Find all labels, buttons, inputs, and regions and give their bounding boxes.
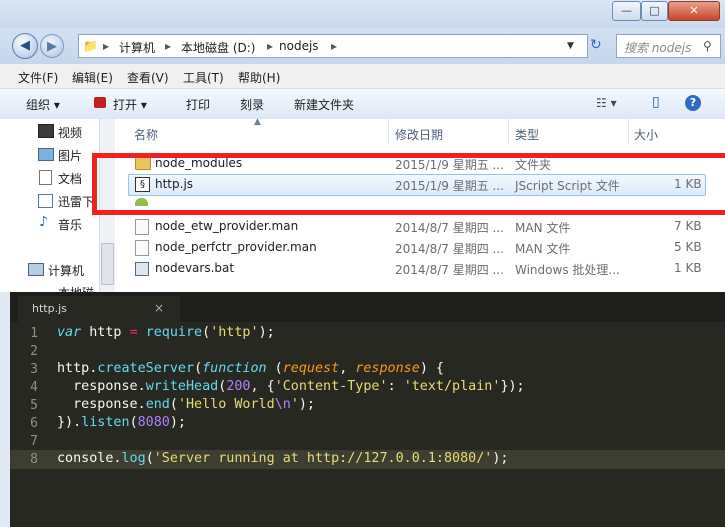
line-number: 2: [30, 344, 38, 359]
file-name[interactable]: node_etw_provider.man: [155, 219, 298, 233]
column-modified[interactable]: 修改日期: [395, 126, 443, 143]
computer-icon: [28, 263, 44, 276]
burn-button[interactable]: 刻录: [240, 96, 264, 113]
maximize-button[interactable]: □: [641, 1, 668, 21]
batch-file-icon: [135, 262, 149, 276]
search-input[interactable]: 搜索 nodejs ⚲: [616, 34, 721, 58]
pictures-icon: [38, 148, 54, 161]
breadcrumb-sep: ▸: [165, 39, 172, 53]
menu-help[interactable]: 帮助(H): [238, 69, 280, 86]
videos-icon: [38, 124, 54, 138]
file-name[interactable]: node_perfctr_provider.man: [155, 240, 317, 254]
thunder-folder-icon: [38, 194, 53, 208]
nav-item-thunder[interactable]: 迅雷下: [58, 193, 94, 210]
nav-item-music[interactable]: 音乐: [58, 216, 82, 233]
column-type[interactable]: 类型: [515, 126, 539, 143]
new-folder-button[interactable]: 新建文件夹: [294, 96, 354, 113]
line-number: 7: [30, 434, 38, 449]
folder-icon: 📁: [83, 39, 98, 53]
minimize-button[interactable]: —: [612, 1, 641, 21]
nav-item-documents[interactable]: 文档: [58, 170, 82, 187]
line-number: 5: [30, 398, 38, 413]
open-app-icon: [94, 97, 106, 108]
file-icon: [135, 240, 149, 256]
address-dropdown-icon[interactable]: ▼: [567, 41, 574, 51]
file-date: 2014/8/7 星期四 ...: [395, 221, 504, 235]
file-date: 2014/8/7 星期四 ...: [395, 263, 504, 277]
forward-button[interactable]: ▶: [40, 34, 64, 58]
search-icon: ⚲: [703, 39, 712, 53]
line-number: 8: [30, 452, 38, 467]
file-name[interactable]: nodevars.bat: [155, 261, 234, 275]
refresh-icon[interactable]: ↻: [590, 37, 602, 53]
view-options-button[interactable]: ☷ ▾: [596, 96, 617, 110]
file-size: 1 KB: [674, 261, 702, 275]
column-divider[interactable]: [388, 119, 389, 143]
file-size: 5 KB: [674, 240, 702, 254]
menu-tools[interactable]: 工具(T): [183, 69, 224, 86]
line-number: 1: [30, 326, 38, 341]
documents-icon: [39, 170, 52, 185]
sort-indicator-icon: ▲: [254, 117, 261, 127]
close-button[interactable]: ✕: [668, 1, 720, 21]
column-divider[interactable]: [508, 119, 509, 143]
column-size[interactable]: 大小: [634, 126, 658, 143]
nav-item-computer[interactable]: 计算机: [48, 262, 84, 279]
line-number: 4: [30, 380, 38, 395]
code-line: var http = require('http');: [57, 325, 275, 340]
breadcrumb-sep: ▸: [267, 39, 274, 53]
music-icon: ♪: [39, 214, 48, 230]
preview-pane-button[interactable]: ▯: [652, 94, 660, 110]
back-button[interactable]: ◀: [12, 33, 38, 59]
code-line: response.end('Hello World\n');: [57, 397, 315, 412]
breadcrumb-computer[interactable]: 计算机: [119, 39, 155, 56]
column-divider[interactable]: [628, 119, 629, 143]
line-number: 6: [30, 416, 38, 431]
menu-view[interactable]: 查看(V): [127, 69, 169, 86]
file-icon: [135, 219, 149, 235]
help-button[interactable]: ?: [685, 95, 701, 111]
file-date: 2014/8/7 星期四 ...: [395, 242, 504, 256]
code-line: response.writeHead(200, {'Content-Type':…: [57, 379, 525, 394]
open-button[interactable]: 打开 ▾: [113, 96, 147, 113]
menu-edit[interactable]: 编辑(E): [72, 69, 113, 86]
file-type: MAN 文件: [515, 221, 571, 235]
breadcrumb-sep: ▸: [103, 39, 110, 53]
code-line: console.log('Server running at http://12…: [57, 451, 509, 466]
nav-scrollbar-thumb[interactable]: [101, 243, 114, 285]
code-line: }).listen(8080);: [57, 415, 186, 430]
print-button[interactable]: 打印: [186, 96, 210, 113]
file-type: MAN 文件: [515, 242, 571, 256]
nav-item-pictures[interactable]: 图片: [58, 147, 82, 164]
window-edge: [0, 292, 10, 527]
line-number: 3: [30, 362, 38, 377]
nav-item-videos[interactable]: 视频: [58, 124, 82, 141]
tab-close-icon[interactable]: ×: [154, 301, 164, 315]
breadcrumb-drive[interactable]: 本地磁盘 (D:): [181, 39, 255, 56]
tab-http-js[interactable]: http.js ×: [18, 296, 180, 322]
highlight-box: [92, 153, 725, 215]
address-bar[interactable]: 📁 ▸ 计算机 ▸ 本地磁盘 (D:) ▸ nodejs ▸ ▼: [78, 34, 588, 58]
breadcrumb-nodejs[interactable]: nodejs: [279, 39, 319, 53]
tab-title: http.js: [32, 302, 67, 315]
file-size: 7 KB: [674, 219, 702, 233]
column-name[interactable]: 名称: [134, 126, 158, 143]
code-line: http.createServer(function (request, res…: [57, 361, 444, 376]
file-type: Windows 批处理...: [515, 263, 620, 277]
menu-file[interactable]: 文件(F): [18, 69, 58, 86]
breadcrumb-sep: ▸: [331, 39, 338, 53]
organize-button[interactable]: 组织 ▾: [26, 96, 60, 113]
